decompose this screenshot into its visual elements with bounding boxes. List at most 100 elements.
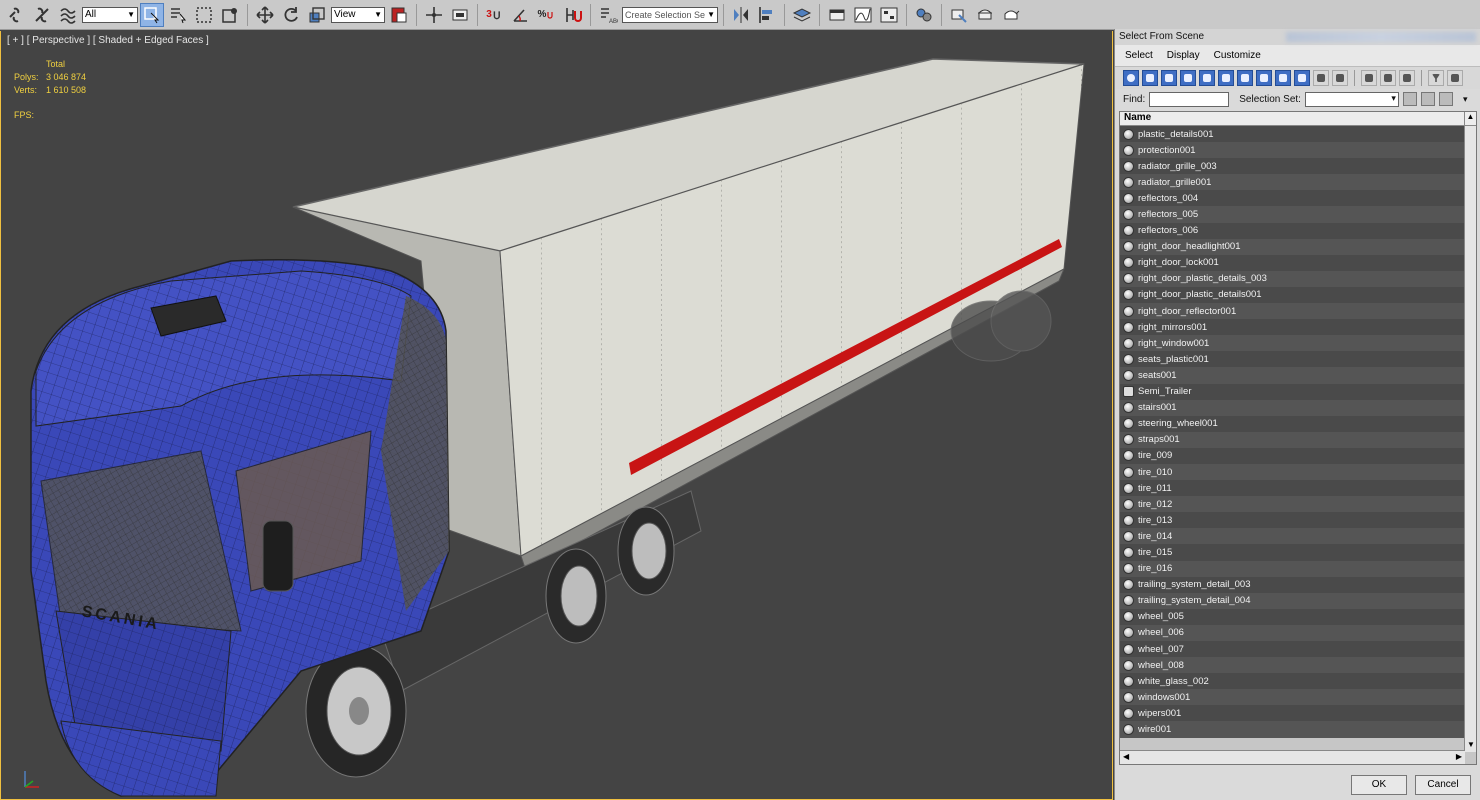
display-containers-icon[interactable] [1294, 70, 1310, 86]
display-shapes-icon[interactable] [1142, 70, 1158, 86]
sync-selection-icon[interactable] [1447, 70, 1463, 86]
curve-editor-icon[interactable] [851, 3, 875, 27]
list-item[interactable]: tire_014 [1120, 528, 1465, 545]
layers-icon[interactable] [790, 3, 814, 27]
named-selection-dropdown[interactable]: Create Selection Se ▼ [622, 6, 718, 23]
display-frozen-icon[interactable] [1313, 70, 1329, 86]
select-by-name-icon[interactable] [166, 3, 190, 27]
move-icon[interactable] [253, 3, 277, 27]
render-setup-icon[interactable] [947, 3, 971, 27]
material-editor-icon[interactable] [912, 3, 936, 27]
list-item[interactable]: tire_013 [1120, 512, 1465, 529]
list-item[interactable]: wheel_006 [1120, 624, 1465, 641]
selection-set-add-icon[interactable] [1420, 92, 1435, 106]
list-item[interactable]: trailing_system_detail_004 [1120, 592, 1465, 609]
snap-3d-icon[interactable]: 3 [483, 3, 507, 27]
rect-region-icon[interactable] [192, 3, 216, 27]
display-geometry-icon[interactable] [1123, 70, 1139, 86]
list-item[interactable]: reflectors_004 [1120, 190, 1465, 207]
display-all-icon[interactable] [1361, 70, 1377, 86]
keyboard-override-icon[interactable] [448, 3, 472, 27]
display-bones-icon[interactable] [1275, 70, 1291, 86]
list-item[interactable]: windows001 [1120, 689, 1465, 706]
list-item[interactable]: radiator_grille001 [1120, 174, 1465, 191]
list-item[interactable]: seats001 [1120, 367, 1465, 384]
link-icon[interactable] [4, 3, 28, 27]
display-invert-icon[interactable] [1399, 70, 1415, 86]
rendered-frame-window-icon[interactable] [973, 3, 997, 27]
spinner-snap-icon[interactable] [561, 3, 585, 27]
display-none-icon[interactable] [1380, 70, 1396, 86]
display-groups-icon[interactable] [1237, 70, 1253, 86]
list-item[interactable]: right_mirrors001 [1120, 319, 1465, 336]
select-object-icon[interactable] [140, 2, 164, 27]
list-item[interactable]: tire_016 [1120, 560, 1465, 577]
list-item[interactable]: wipers001 [1120, 705, 1465, 722]
list-item[interactable]: wire001 [1120, 721, 1465, 738]
selection-set-remove-icon[interactable] [1438, 92, 1453, 106]
menu-display[interactable]: Display [1167, 50, 1200, 61]
menu-customize[interactable]: Customize [1214, 50, 1261, 61]
list-item[interactable]: reflectors_005 [1120, 206, 1465, 223]
list-item[interactable]: radiator_grille_003 [1120, 158, 1465, 175]
scale-icon[interactable] [305, 3, 329, 27]
select-manipulate-icon[interactable] [422, 3, 446, 27]
scroll-left-icon[interactable]: ◀ [1123, 752, 1129, 763]
list-item[interactable]: tire_010 [1120, 463, 1465, 481]
unlink-icon[interactable] [30, 3, 54, 27]
ok-button[interactable]: OK [1351, 774, 1407, 795]
list-item[interactable]: straps001 [1120, 431, 1465, 448]
selection-set-edit-icon[interactable] [1402, 92, 1417, 106]
list-item[interactable]: stairs001 [1120, 399, 1465, 416]
options-chevron-icon[interactable]: ▾ [1463, 94, 1468, 105]
schematic-view-icon[interactable] [877, 3, 901, 27]
list-item[interactable]: right_door_headlight001 [1120, 238, 1465, 255]
reference-coordinate-dropdown[interactable]: View ▼ [331, 6, 385, 23]
list-item[interactable]: plastic_details001 [1120, 126, 1465, 143]
scene-object-list[interactable]: Name ▲ plastic_details001 protection001 ra… [1119, 111, 1477, 765]
filter-icon[interactable] [1428, 70, 1444, 86]
pivot-icon[interactable] [387, 3, 411, 27]
list-item[interactable]: tire_009 [1120, 447, 1465, 464]
list-item[interactable]: wheel_005 [1120, 608, 1465, 625]
list-item[interactable]: wheel_007 [1120, 641, 1465, 658]
render-production-icon[interactable] [999, 3, 1023, 27]
column-header-name[interactable]: Name ▲ [1120, 112, 1476, 126]
list-item[interactable]: right_door_lock001 [1120, 254, 1465, 271]
percent-snap-icon[interactable]: % [535, 3, 559, 27]
list-item[interactable]: protection001 [1120, 142, 1465, 159]
selection-filter-dropdown[interactable]: All ▼ [82, 6, 138, 23]
angle-snap-icon[interactable] [509, 3, 533, 27]
align-icon[interactable] [755, 3, 779, 27]
list-item[interactable]: right_door_plastic_details_003 [1120, 270, 1465, 287]
cancel-button[interactable]: Cancel [1415, 774, 1471, 795]
list-item[interactable]: reflectors_006 [1120, 222, 1465, 239]
edit-named-selection-icon[interactable]: ABC [596, 3, 620, 27]
list-item[interactable]: wheel_008 [1120, 657, 1465, 674]
list-item[interactable]: tire_012 [1120, 496, 1465, 513]
rotate-icon[interactable] [279, 3, 303, 27]
scroll-down-icon[interactable]: ▼ [1465, 740, 1476, 752]
list-item[interactable]: seats_plastic001 [1120, 351, 1465, 368]
list-item[interactable]: tire_015 [1120, 544, 1465, 561]
list-item[interactable]: white_glass_002 [1120, 673, 1465, 690]
list-item[interactable]: right_door_reflector001 [1120, 303, 1465, 320]
find-input[interactable] [1149, 91, 1230, 107]
scroll-up-icon[interactable]: ▲ [1464, 112, 1476, 125]
menu-select[interactable]: Select [1125, 50, 1153, 61]
list-item[interactable]: right_door_plastic_details001 [1120, 286, 1465, 304]
display-hidden-icon[interactable] [1332, 70, 1348, 86]
list-item[interactable]: right_window001 [1120, 335, 1465, 352]
mirror-icon[interactable] [729, 3, 753, 27]
dialog-title-bar[interactable]: Select From Scene [1115, 29, 1480, 45]
perspective-viewport[interactable]: SCANIA [ + ] [ Perspective ] [ Shaded + … [0, 31, 1113, 800]
list-item[interactable]: trailing_system_detail_003 [1120, 576, 1465, 593]
list-item[interactable]: Semi_Trailer [1120, 383, 1465, 400]
window-crossing-icon[interactable] [218, 3, 242, 27]
display-helpers-icon[interactable] [1199, 70, 1215, 86]
display-xrefs-icon[interactable] [1256, 70, 1272, 86]
display-cameras-icon[interactable] [1180, 70, 1196, 86]
list-item[interactable]: steering_wheel001 [1120, 415, 1465, 432]
viewport-label[interactable]: [ + ] [ Perspective ] [ Shaded + Edged F… [7, 35, 209, 46]
list-item[interactable]: tire_011 [1120, 480, 1465, 497]
